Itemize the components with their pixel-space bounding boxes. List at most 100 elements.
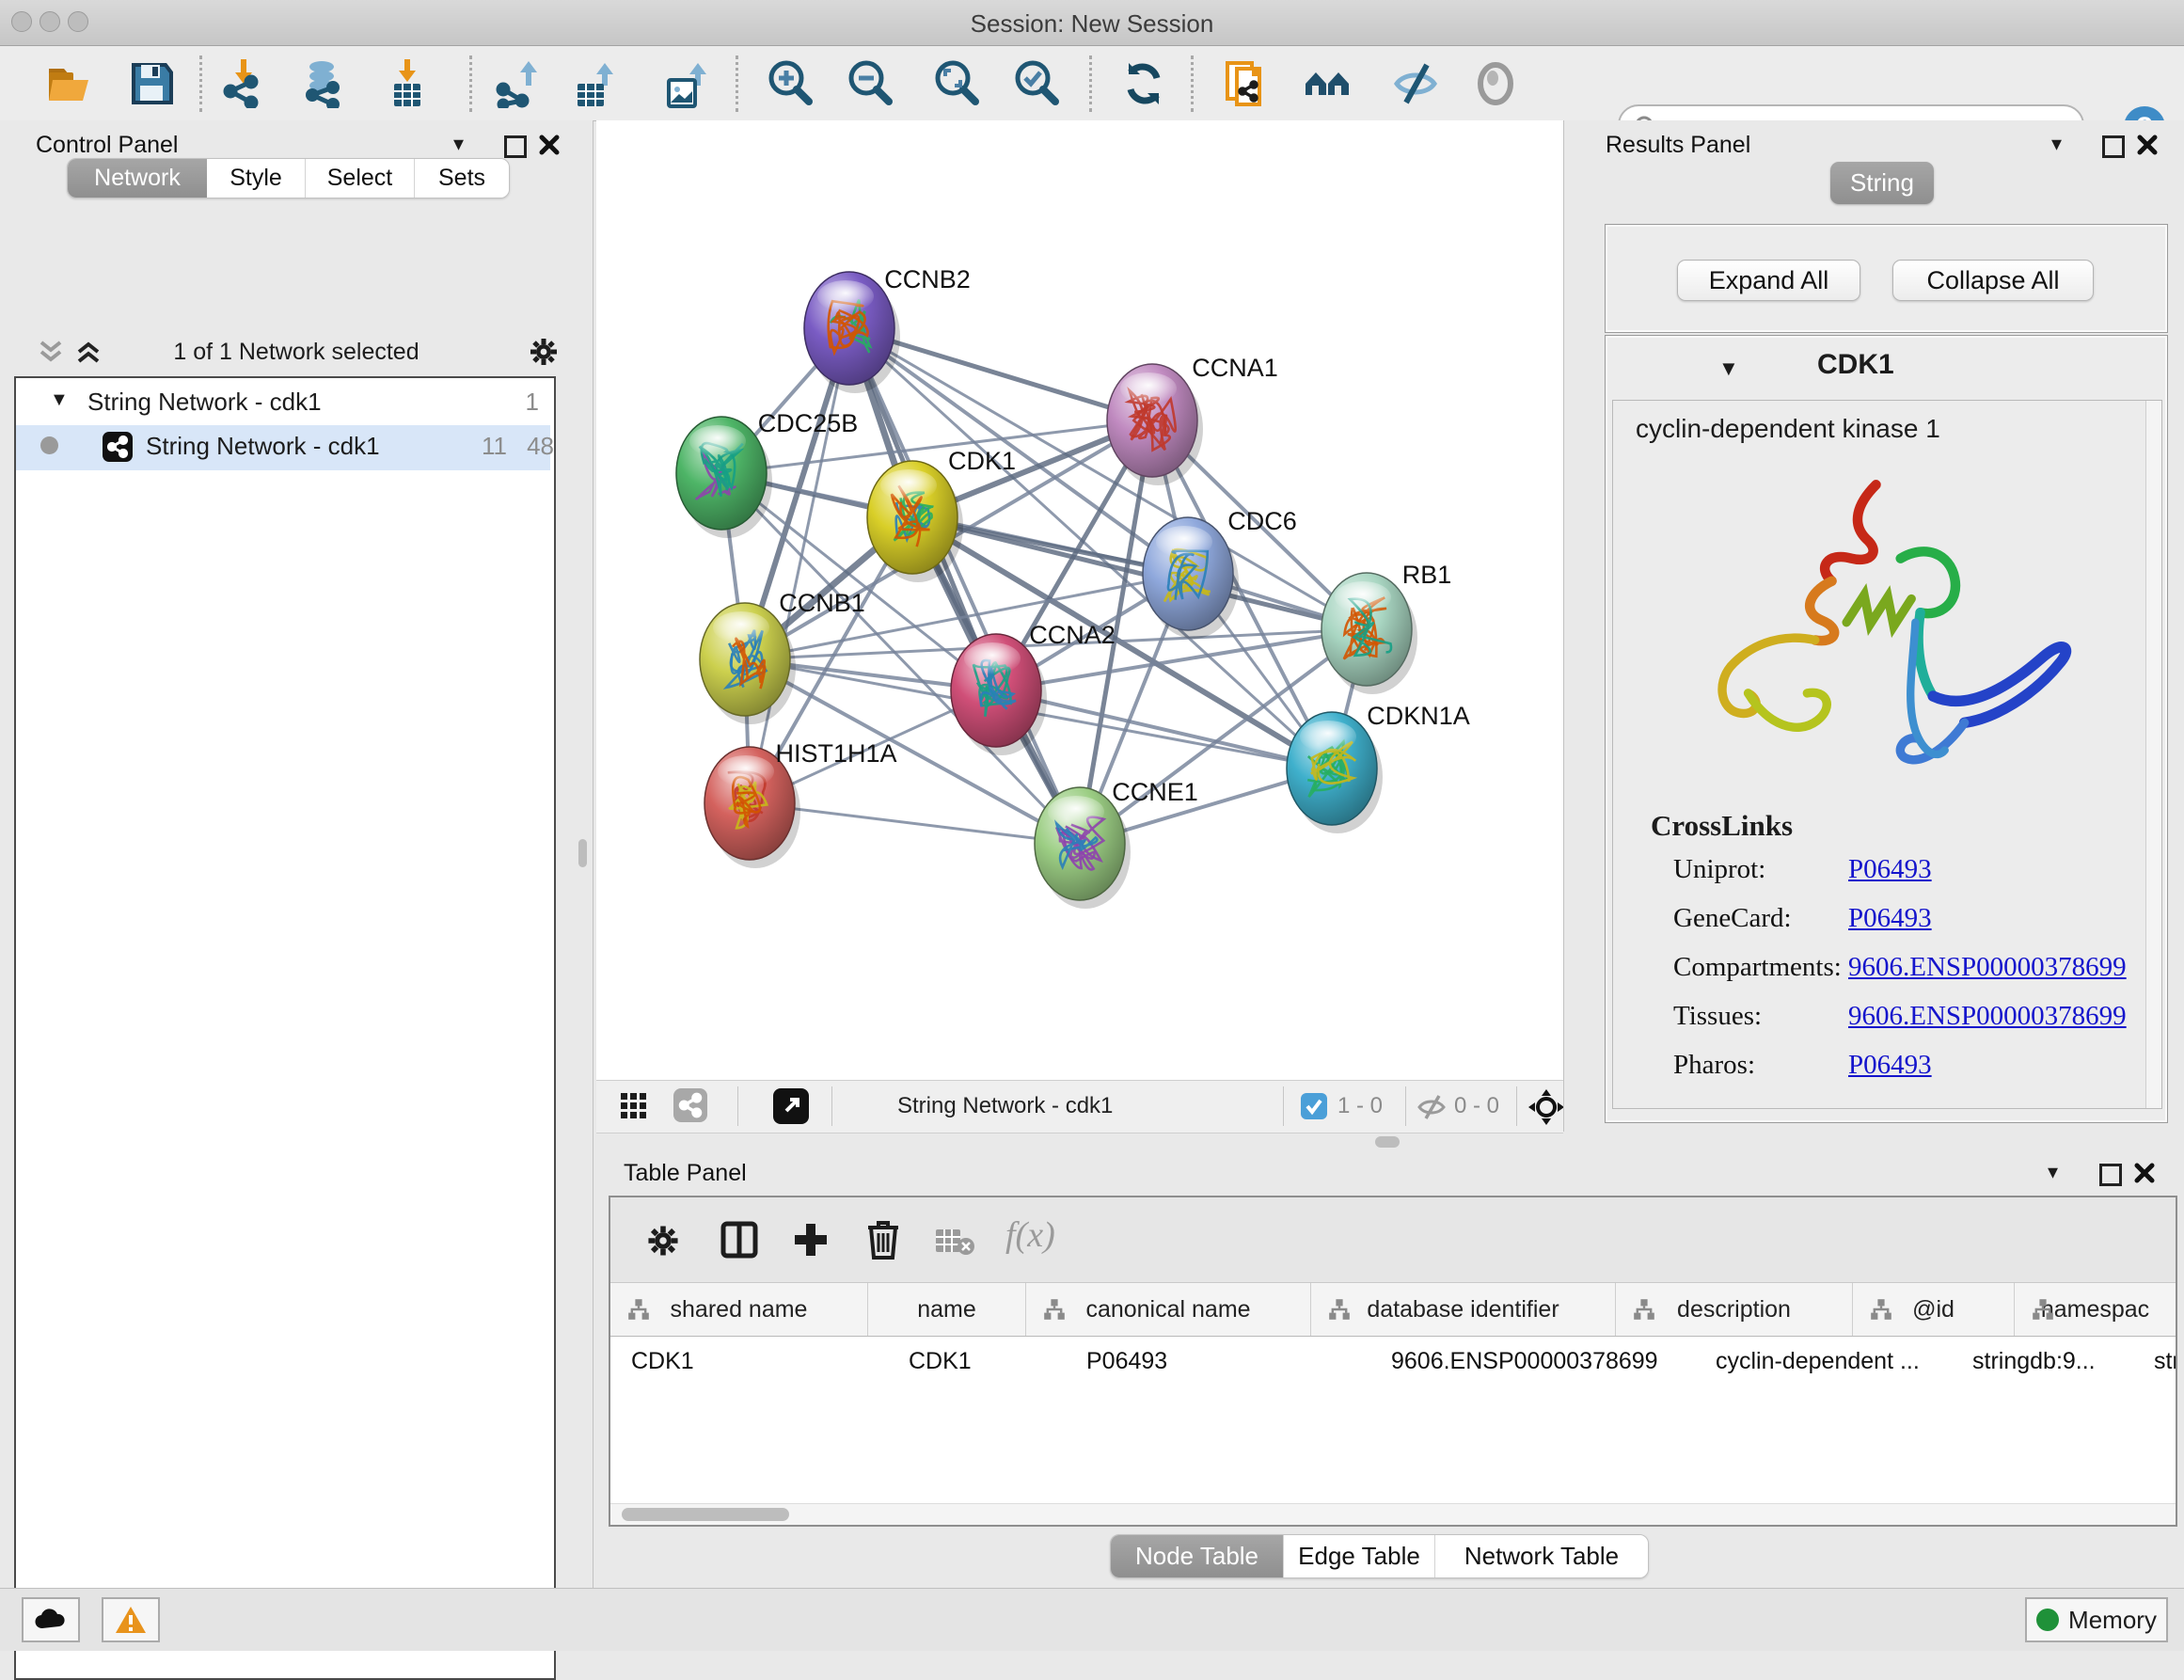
import-network-from-database-icon[interactable] <box>299 59 348 108</box>
svg-text:CCNA2: CCNA2 <box>1029 621 1116 649</box>
function-builder-icon: f(x) <box>1005 1214 1055 1256</box>
column-header[interactable]: name <box>868 1283 1026 1336</box>
table-panel-menu-icon[interactable]: ▾ <box>2048 1160 2058 1184</box>
svg-text:CDK1: CDK1 <box>948 447 1016 475</box>
node-table-container: f(x) shared name name canonical name dat… <box>609 1196 2177 1527</box>
hide-eye-icon[interactable] <box>1391 59 1440 108</box>
tab-style[interactable]: Style <box>207 159 306 198</box>
network-collection-row[interactable]: ▼ String Network - cdk1 1 <box>16 384 550 425</box>
tab-network[interactable]: Network <box>68 159 207 198</box>
tab-network-table[interactable]: Network Table <box>1435 1535 1648 1577</box>
svg-text:CCNE1: CCNE1 <box>1112 778 1198 806</box>
tab-string[interactable]: String <box>1830 162 1934 204</box>
delete-table-icon <box>934 1226 975 1260</box>
table-horizontal-scrollbar[interactable] <box>610 1503 2176 1525</box>
network-options-gear-icon[interactable] <box>527 335 561 373</box>
delete-column-icon[interactable] <box>863 1218 904 1266</box>
column-header[interactable]: canonical name <box>1026 1283 1311 1336</box>
export-image-icon[interactable] <box>661 59 710 108</box>
zoom-in-icon[interactable] <box>766 59 815 108</box>
warning-button[interactable] <box>102 1597 160 1642</box>
zoom-out-icon[interactable] <box>846 59 894 108</box>
graph-node-CDKN1A[interactable]: CDKN1A <box>1287 702 1470 833</box>
table-settings-gear-icon[interactable] <box>644 1222 682 1264</box>
network-label: String Network - cdk1 <box>146 432 380 461</box>
expand-all-button[interactable]: Expand All <box>1677 260 1860 301</box>
control-panel-menu-icon[interactable]: ▾ <box>453 132 464 156</box>
network-canvas[interactable]: CCNB2CCNA1CDC25BCDK1CDC6RB1CCNB1CCNA2CDK… <box>596 120 1563 1080</box>
column-header[interactable]: database identifier <box>1311 1283 1616 1336</box>
control-panel-close-icon[interactable] <box>538 134 561 161</box>
crosslink-link[interactable]: 9606.ENSP00000378699 <box>1848 952 2127 983</box>
import-network-icon[interactable] <box>219 59 268 108</box>
show-columns-icon[interactable] <box>720 1220 759 1264</box>
graph-node-CCNA1[interactable]: CCNA1 <box>1107 354 1278 485</box>
network-edge-count: 48 <box>509 432 554 461</box>
home-icon[interactable] <box>1304 59 1353 108</box>
tab-select[interactable]: Select <box>306 159 415 198</box>
open-session-icon[interactable] <box>45 59 94 108</box>
hidden-eye-icon[interactable] <box>1416 1092 1447 1127</box>
results-panel-menu-icon[interactable]: ▾ <box>2051 132 2062 156</box>
graph-node-HIST1H1A[interactable]: HIST1H1A <box>704 739 897 868</box>
open-in-window-icon[interactable] <box>773 1088 809 1124</box>
graph-node-CCNE1[interactable]: CCNE1 <box>1035 778 1198 909</box>
network-share-view-icon[interactable] <box>673 1088 707 1122</box>
copy-network-icon[interactable] <box>1224 59 1273 108</box>
svg-text:HIST1H1A: HIST1H1A <box>775 739 896 768</box>
import-table-icon[interactable] <box>383 59 432 108</box>
export-table-icon[interactable] <box>570 59 619 108</box>
tab-edge-table[interactable]: Edge Table <box>1284 1535 1435 1577</box>
memory-button[interactable]: Memory <box>2025 1597 2168 1642</box>
results-panel-close-icon[interactable] <box>2136 134 2159 161</box>
gene-result-box: ▼ CDK1 cyclin-dependent kinase 1 <box>1605 335 2168 1123</box>
column-header[interactable]: namespac <box>2015 1283 2176 1336</box>
network-selection-status: 1 of 1 Network selected <box>19 339 574 366</box>
grid-view-icon[interactable] <box>619 1091 649 1126</box>
results-panel: Results Panel ▾ String Expand All Collap… <box>1563 120 2184 1132</box>
table-scrollbar-thumb[interactable] <box>622 1508 789 1521</box>
pan-tool-icon[interactable] <box>1527 1088 1565 1131</box>
crosslink-link[interactable]: P06493 <box>1848 1050 1932 1081</box>
save-session-icon[interactable] <box>128 59 177 108</box>
refresh-icon[interactable] <box>1119 59 1168 108</box>
graph-node-CCNA2[interactable]: CCNA2 <box>951 621 1116 755</box>
network-graph[interactable]: CCNB2CCNA1CDC25BCDK1CDC6RB1CCNB1CCNA2CDK… <box>596 120 1563 1080</box>
column-header[interactable]: shared name <box>610 1283 868 1336</box>
cloud-icon <box>34 1608 68 1632</box>
gene-collapse-icon[interactable]: ▼ <box>1718 357 1739 381</box>
graph-node-CCNB2[interactable]: CCNB2 <box>804 265 971 393</box>
crosslink-link[interactable]: P06493 <box>1848 903 1932 934</box>
crosslink-link[interactable]: P06493 <box>1848 854 1932 885</box>
graph-node-RB1[interactable]: RB1 <box>1321 561 1451 694</box>
svg-text:CCNA1: CCNA1 <box>1192 354 1278 382</box>
collapse-all-button[interactable]: Collapse All <box>1892 260 2094 301</box>
cloud-button[interactable] <box>22 1597 80 1642</box>
left-splitter-handle[interactable] <box>578 839 587 867</box>
tab-sets[interactable]: Sets <box>415 159 509 198</box>
zoom-selected-icon[interactable] <box>1012 59 1061 108</box>
column-header[interactable]: @id <box>1853 1283 2015 1336</box>
export-network-icon[interactable] <box>494 59 543 108</box>
graph-node-CCNB1[interactable]: CCNB1 <box>700 589 865 724</box>
selected-checkbox-icon[interactable] <box>1300 1092 1328 1125</box>
network-row-selected[interactable]: String Network - cdk1 11 48 <box>16 425 550 470</box>
add-column-icon[interactable] <box>791 1220 831 1264</box>
zoom-fit-icon[interactable] <box>932 59 981 108</box>
results-scrollbar[interactable] <box>2145 401 2161 1108</box>
table-panel-close-icon[interactable] <box>2133 1162 2156 1189</box>
node-table: shared name name canonical name database… <box>610 1283 2176 1386</box>
bottom-splitter-handle[interactable] <box>1375 1136 1400 1148</box>
column-header[interactable]: description <box>1616 1283 1853 1336</box>
graph-node-CDC6[interactable]: CDC6 <box>1143 507 1297 639</box>
results-panel-float-icon[interactable] <box>2102 135 2125 158</box>
toolbar-separator <box>1089 55 1092 112</box>
table-row[interactable]: CDK1 CDK1 P06493 9606.ENSP00000378699 cy… <box>610 1337 2176 1386</box>
control-panel-float-icon[interactable] <box>504 135 527 158</box>
svg-text:RB1: RB1 <box>1402 561 1452 589</box>
crosslink-link[interactable]: 9606.ENSP00000378699 <box>1848 1001 2127 1032</box>
tab-node-table[interactable]: Node Table <box>1111 1535 1284 1577</box>
table-panel-float-icon[interactable] <box>2099 1164 2122 1186</box>
svg-text:CDC6: CDC6 <box>1227 507 1297 535</box>
crosslink-label: Tissues: <box>1673 1001 1762 1031</box>
